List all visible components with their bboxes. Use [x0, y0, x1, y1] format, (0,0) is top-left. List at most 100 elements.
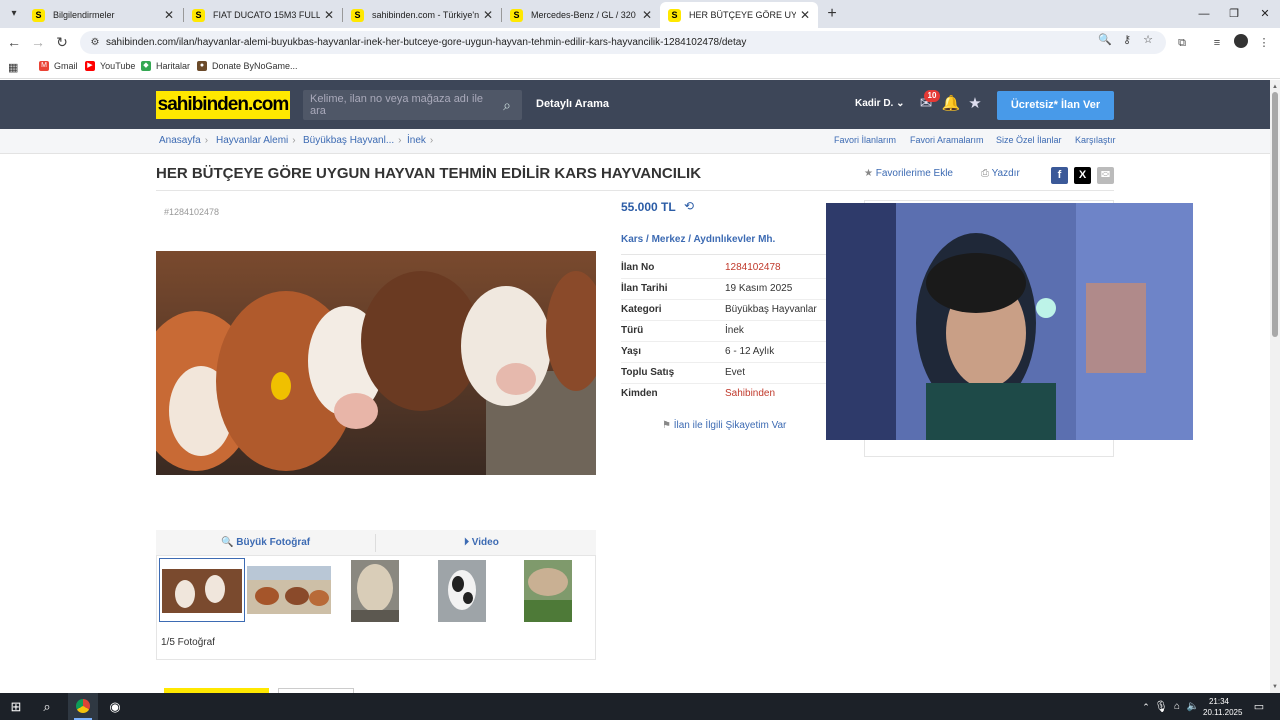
- tab-title: FIAT DUCATO 15M3 FULL DONANIM: [213, 10, 320, 20]
- obs-app-icon[interactable]: ◉: [104, 696, 126, 718]
- thumb-image: [524, 560, 572, 622]
- media-controls-icon[interactable]: ≡: [1208, 34, 1226, 52]
- title-divider: [156, 190, 1114, 191]
- close-tab-icon[interactable]: ✕: [483, 8, 493, 22]
- listing-title: HER BÜTÇEYE GÖRE UYGUN HAYVAN TEHMİN EDİ…: [156, 165, 702, 182]
- browser-tab-2[interactable]: S FIAT DUCATO 15M3 FULL DONANIM ✕: [184, 2, 342, 28]
- price-history-icon[interactable]: ⟲: [684, 199, 694, 213]
- favorites-star-icon[interactable]: ★: [965, 94, 985, 114]
- bookmark-star-icon[interactable]: ☆: [1139, 31, 1157, 49]
- taskbar-clock[interactable]: 21:34 20.11.2025: [1203, 696, 1242, 718]
- link-favorite-searches[interactable]: Favori Aramalarım: [910, 135, 984, 145]
- notifications-bell-icon[interactable]: 🔔: [941, 94, 961, 114]
- webcam-image: [826, 203, 1193, 440]
- info-row-category: Kategori Büyükbaş Hayvanlar: [621, 300, 826, 321]
- close-tab-icon[interactable]: ✕: [164, 8, 174, 22]
- tab-title: sahibinden.com - Türkiye'nin Online: [372, 10, 479, 20]
- info-key: Kimden: [621, 388, 658, 399]
- info-row-listing-no: İlan No 1284102478: [621, 258, 826, 279]
- chevron-right-icon: ›: [429, 135, 434, 146]
- video-tab[interactable]: ⏵ Video: [464, 537, 499, 548]
- scrollbar-thumb[interactable]: [1272, 92, 1278, 337]
- close-tab-icon[interactable]: ✕: [642, 8, 652, 22]
- bookmark-label: Gmail: [54, 61, 78, 71]
- password-key-icon[interactable]: ⚷: [1118, 31, 1136, 49]
- volume-icon[interactable]: 🔈: [1182, 696, 1204, 718]
- profile-avatar[interactable]: [1234, 34, 1248, 48]
- scroll-up-arrow-icon[interactable]: ▲: [1270, 82, 1280, 92]
- address-bar[interactable]: ⚙ sahibinden.com/ilan/hayvanlar-alemi-bu…: [80, 31, 1166, 54]
- link-compare[interactable]: Karşılaştır: [1075, 135, 1116, 145]
- facebook-share-icon[interactable]: f: [1051, 167, 1068, 184]
- new-tab-plus-icon[interactable]: +: [822, 4, 842, 24]
- bookmark-gmail[interactable]: M Gmail: [39, 61, 78, 71]
- site-search-box[interactable]: Kelime, ilan no veya mağaza adı ile ara …: [303, 90, 522, 120]
- print-link[interactable]: ⎙ Yazdır: [981, 168, 1020, 179]
- link-special-listings[interactable]: Size Özel İlanlar: [996, 135, 1062, 145]
- thumb-image: [160, 559, 244, 621]
- apps-grid-icon[interactable]: ▦: [8, 61, 18, 74]
- info-row-date: İlan Tarihi 19 Kasım 2025: [621, 279, 826, 300]
- large-photo-tab[interactable]: 🔍 Büyük Fotoğraf: [221, 537, 310, 548]
- location-divider: [621, 254, 826, 255]
- report-listing-link[interactable]: ⚑ İlan ile İlgili Şikayetim Var: [662, 420, 786, 431]
- browser-tab-3[interactable]: S sahibinden.com - Türkiye'nin Online ✕: [343, 2, 501, 28]
- chevron-right-icon: ›: [204, 135, 209, 146]
- minimize-window-icon[interactable]: —: [1193, 4, 1215, 24]
- windows-start-icon[interactable]: ⊞: [5, 696, 27, 718]
- close-window-icon[interactable]: ✕: [1254, 4, 1276, 24]
- browser-tab-1[interactable]: S Bilgilendirmeler ✕: [24, 2, 182, 28]
- main-listing-photo[interactable]: [156, 251, 596, 475]
- chrome-taskbar-icon[interactable]: [68, 693, 98, 720]
- taskbar-search-icon[interactable]: ⌕: [36, 696, 58, 718]
- bookmark-label: YouTube: [100, 61, 136, 71]
- search-icon[interactable]: ⌕: [492, 97, 522, 114]
- link-favorite-listings[interactable]: Favori İlanlarım: [834, 135, 896, 145]
- reload-icon[interactable]: ↻: [52, 32, 72, 52]
- video-label: Video: [471, 537, 499, 548]
- detailed-search-link[interactable]: Detaylı Arama: [536, 98, 609, 110]
- thumbnail-5[interactable]: [524, 560, 572, 622]
- thumbnail-3[interactable]: [351, 560, 399, 622]
- bookmarks-bar: ▦ M Gmail ▶ YouTube ◆ Haritalar ● Donate…: [0, 57, 1280, 79]
- bookmark-maps[interactable]: ◆ Haritalar: [141, 61, 190, 71]
- tab-title: Bilgilendirmeler: [53, 10, 115, 20]
- close-tab-icon[interactable]: ✕: [324, 8, 334, 22]
- clock-time: 21:34: [1208, 697, 1230, 706]
- notifications-icon[interactable]: ▭: [1248, 696, 1270, 718]
- scroll-down-arrow-icon[interactable]: ▼: [1270, 682, 1280, 692]
- bookmark-youtube[interactable]: ▶ YouTube: [85, 61, 135, 71]
- site-logo[interactable]: sahibinden.com: [156, 91, 290, 119]
- post-free-ad-button[interactable]: Ücretsiz* İlan Ver: [997, 91, 1114, 120]
- back-arrow-icon[interactable]: ←: [4, 32, 24, 52]
- add-to-favorites-link[interactable]: ★ Favorilerime Ekle: [864, 168, 953, 179]
- breadcrumb-livestock[interactable]: Büyükbaş Hayvanl... ›: [303, 135, 402, 146]
- info-key: Türü: [621, 325, 644, 336]
- forward-arrow-icon[interactable]: →: [28, 32, 48, 52]
- restore-window-icon[interactable]: ❐: [1223, 4, 1245, 24]
- bookmark-donate[interactable]: ● Donate ByNoGame...: [197, 61, 298, 71]
- browser-tab-5-active[interactable]: S HER BÜTÇEYE GÖRE UYGUN HAYVAN ✕: [660, 2, 818, 28]
- extensions-icon[interactable]: ⧉: [1173, 34, 1191, 52]
- zoom-icon[interactable]: 🔍: [1096, 31, 1114, 49]
- tab-search-chevron-icon[interactable]: ▾: [4, 4, 24, 24]
- user-menu[interactable]: Kadir D. ⌄: [855, 98, 905, 109]
- thumbnail-1[interactable]: [159, 558, 245, 622]
- browser-tab-4[interactable]: S Mercedes-Benz / GL / 320 CDI ✕: [502, 2, 660, 28]
- close-tab-icon[interactable]: ✕: [800, 8, 810, 22]
- thumbnail-2[interactable]: [247, 566, 331, 614]
- breadcrumb-animal-world[interactable]: Hayvanlar Alemi ›: [216, 135, 296, 146]
- site-info-icon[interactable]: ⚙: [84, 37, 106, 48]
- thumbnail-4[interactable]: [438, 560, 486, 622]
- photo-count: 1/5 Fotoğraf: [161, 637, 215, 648]
- listing-location[interactable]: Kars / Merkez / Aydınlıkevler Mh.: [621, 234, 775, 245]
- info-row-age: Yaşı 6 - 12 Aylık: [621, 342, 826, 363]
- info-value: 1284102478: [725, 262, 781, 273]
- star-icon: ★: [864, 168, 873, 179]
- email-share-icon[interactable]: ✉: [1097, 167, 1114, 184]
- breadcrumb-cow[interactable]: İnek ›: [407, 135, 433, 146]
- search-input[interactable]: Kelime, ilan no veya mağaza adı ile ara: [310, 93, 492, 117]
- breadcrumb-home[interactable]: Anasayfa ›: [159, 135, 208, 146]
- x-share-icon[interactable]: X: [1074, 167, 1091, 184]
- browser-menu-icon[interactable]: ⋮: [1255, 34, 1273, 52]
